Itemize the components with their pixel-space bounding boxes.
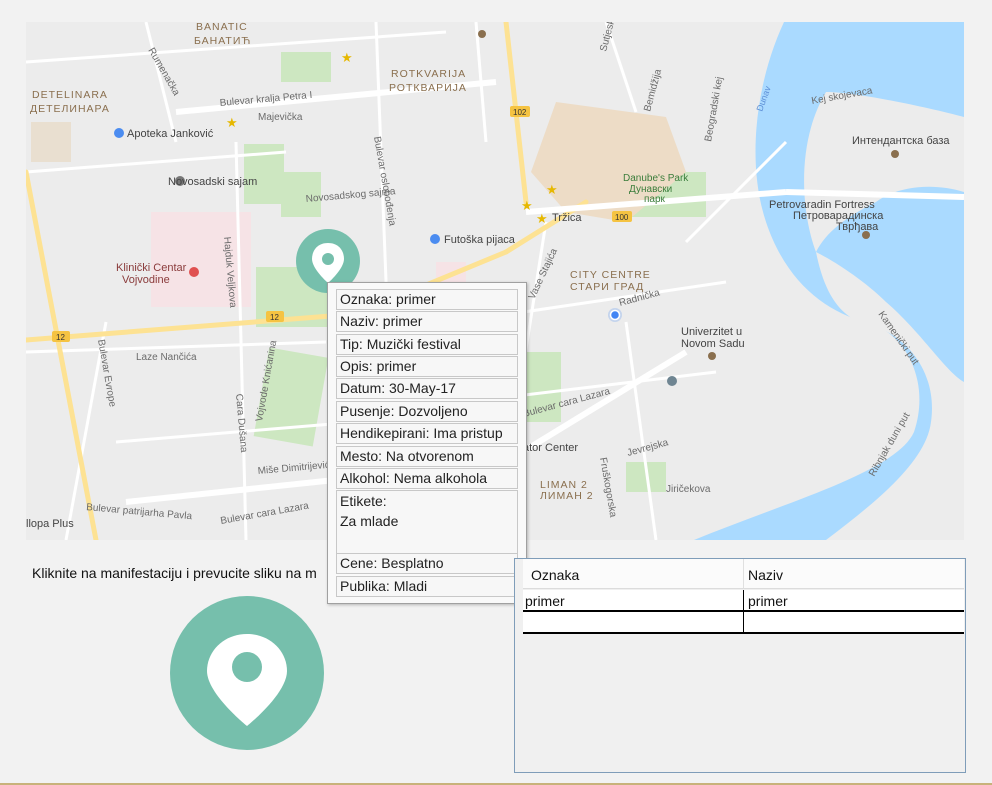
svg-text:Novom Sadu: Novom Sadu — [681, 338, 745, 350]
popup-cene: Cene: Besplatno — [336, 553, 518, 574]
popup-hendikepirani: Hendikepirani: Ima pristup — [336, 423, 518, 444]
svg-text:парк: парк — [644, 194, 666, 205]
svg-text:Majevička: Majevička — [258, 112, 303, 123]
popup-pusenje: Pusenje: Dozvoljeno — [336, 401, 518, 422]
svg-text:★: ★ — [521, 199, 533, 214]
cell-naziv[interactable] — [744, 612, 964, 632]
event-info-tooltip: Oznaka: primer Naziv: primer Tip: Muzičk… — [327, 282, 527, 604]
popup-publika: Publika: Mladi — [336, 576, 518, 597]
column-header-oznaka[interactable]: Oznaka — [523, 559, 744, 589]
svg-text:12: 12 — [56, 333, 65, 342]
popup-alkohol: Alkohol: Nema alkohola — [336, 468, 518, 489]
svg-text:Интендантска база: Интендантска база — [852, 135, 950, 147]
svg-text:Danube's Park: Danube's Park — [623, 173, 689, 184]
svg-text:Тврђава: Тврђава — [836, 221, 879, 233]
instruction-text: Kliknite na manifestaciju i prevucite sl… — [32, 565, 317, 581]
svg-text:Apoteka Janković: Apoteka Janković — [127, 128, 214, 140]
column-header-naziv[interactable]: Naziv — [744, 559, 964, 589]
table-row-new[interactable] — [523, 612, 964, 634]
events-table[interactable]: Oznaka Naziv primer primer — [514, 558, 966, 773]
svg-text:★: ★ — [226, 116, 238, 131]
svg-text:Univerzitet u: Univerzitet u — [681, 326, 742, 338]
svg-text:★: ★ — [536, 212, 548, 227]
svg-text:★: ★ — [546, 183, 558, 198]
popup-etikete: Etikete: Za mlade — [336, 490, 518, 554]
svg-text:ROTKVARIJA: ROTKVARIJA — [391, 68, 466, 80]
popup-oznaka: Oznaka: primer — [336, 289, 518, 310]
svg-text:СТАРИ ГРАД: СТАРИ ГРАД — [570, 281, 644, 293]
svg-text:Vojvodine: Vojvodine — [122, 274, 170, 286]
table-row[interactable]: primer primer — [523, 590, 964, 612]
popup-mesto: Mesto: Na otvorenom — [336, 446, 518, 467]
cell-oznaka[interactable] — [523, 612, 744, 632]
svg-text:DETELINARA: DETELINARA — [32, 89, 108, 101]
cell-naziv[interactable]: primer — [744, 590, 964, 610]
svg-text:Tržica: Tržica — [552, 212, 582, 224]
svg-text:100: 100 — [615, 213, 629, 222]
svg-text:Novosadski sajam: Novosadski sajam — [168, 176, 257, 188]
svg-text:ЛИМАН 2: ЛИМАН 2 — [540, 490, 594, 502]
svg-text:Jiričekova: Jiričekova — [666, 484, 711, 495]
cell-oznaka[interactable]: primer — [523, 590, 744, 610]
draggable-marker-icon[interactable] — [170, 596, 324, 750]
svg-text:БАНАТИЋ: БАНАТИЋ — [194, 35, 251, 47]
svg-text:Klinički Centar: Klinički Centar — [116, 262, 187, 274]
svg-text:12: 12 — [270, 313, 279, 322]
svg-text:ДЕТЕЛИНАРА: ДЕТЕЛИНАРА — [30, 103, 110, 115]
svg-text:CITY CENTRE: CITY CENTRE — [570, 269, 651, 281]
svg-text:РОТКВАРИЈА: РОТКВАРИЈА — [389, 82, 467, 94]
poi-star-icon: ★ — [341, 51, 353, 66]
route-badge-102: 102 — [513, 108, 527, 117]
svg-text:Laze Nančića: Laze Nančića — [136, 352, 197, 363]
svg-text:llopa Plus: llopa Plus — [26, 518, 74, 530]
district-label: BANATIĆ — [196, 22, 248, 33]
svg-text:ator Center: ator Center — [523, 442, 578, 454]
popup-naziv: Naziv: primer — [336, 311, 518, 332]
popup-opis: Opis: primer — [336, 356, 518, 377]
popup-datum: Datum: 30-May-17 — [336, 378, 518, 399]
svg-text:Futoška pijaca: Futoška pijaca — [444, 234, 516, 246]
popup-tip: Tip: Muzički festival — [336, 334, 518, 355]
